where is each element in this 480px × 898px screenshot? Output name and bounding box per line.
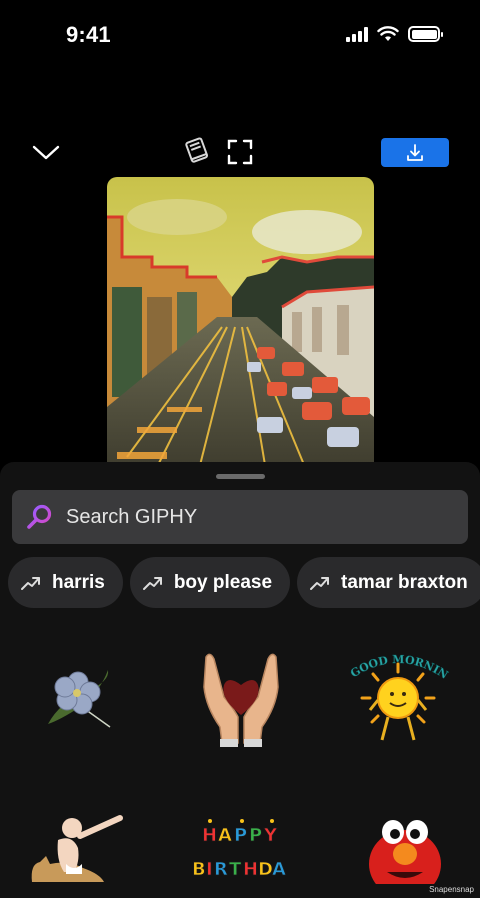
search-icon	[27, 504, 52, 529]
trending-chip-label: boy please	[173, 571, 273, 593]
trending-chip[interactable]: harris	[8, 557, 123, 608]
trending-chip[interactable]: boy please	[129, 557, 291, 608]
baby-cat-sticker[interactable]	[28, 812, 128, 882]
trending-icon	[21, 576, 40, 590]
trending-icon	[310, 576, 330, 590]
happy-birthday-sticker[interactable]: HA PP Y BI RT HD A	[188, 817, 288, 887]
svg-text:Y: Y	[263, 825, 278, 846]
elmo-sticker[interactable]	[365, 814, 445, 898]
svg-text:R: R	[214, 859, 228, 880]
svg-text:A: A	[218, 825, 232, 846]
download-icon	[407, 143, 423, 161]
svg-text:A: A	[272, 859, 286, 880]
book-icon[interactable]	[182, 136, 212, 166]
svg-text:P: P	[234, 825, 247, 846]
flower-sticker[interactable]	[40, 662, 115, 732]
watermark: Snapensnap	[429, 885, 474, 894]
city-street-image	[107, 177, 374, 477]
svg-text:GOOD MORNING: GOOD MORNING	[342, 648, 450, 682]
trending-chip-label: harris	[52, 571, 105, 593]
trending-icon	[142, 576, 162, 590]
expand-icon[interactable]	[226, 138, 254, 166]
status-time: 9:41	[66, 22, 111, 47]
svg-text:H: H	[202, 825, 217, 846]
heart-hands-sticker[interactable]	[200, 647, 282, 747]
search-bar[interactable]: Search GIPHY	[12, 490, 468, 544]
search-input[interactable]: Search GIPHY	[66, 506, 197, 529]
svg-text:I: I	[206, 859, 213, 880]
status-bar: 9:41	[0, 0, 480, 70]
svg-text:T: T	[229, 859, 242, 880]
download-button[interactable]	[381, 138, 449, 167]
top-toolbar	[0, 130, 480, 174]
wifi-icon	[377, 26, 399, 41]
trending-chips: harris boy please tamar braxton	[8, 557, 480, 608]
giphy-sheet: Search GIPHY harris boy please tamar bra…	[0, 462, 480, 898]
battery-icon	[408, 26, 443, 42]
status-icons	[346, 26, 443, 42]
svg-text:P: P	[249, 825, 262, 846]
sheet-drag-handle[interactable]	[216, 474, 265, 479]
trending-chip[interactable]: tamar braxton	[297, 557, 480, 608]
trending-chip-label: tamar braxton	[341, 571, 468, 593]
good-morning-sun-sticker[interactable]: GOOD MORNING	[337, 638, 454, 748]
chevron-down-icon[interactable]	[30, 138, 62, 166]
svg-text:D: D	[258, 859, 273, 880]
svg-text:B: B	[192, 859, 206, 880]
cellular-signal-icon	[346, 26, 368, 42]
gif-preview[interactable]	[107, 177, 374, 477]
svg-text:H: H	[243, 859, 258, 880]
